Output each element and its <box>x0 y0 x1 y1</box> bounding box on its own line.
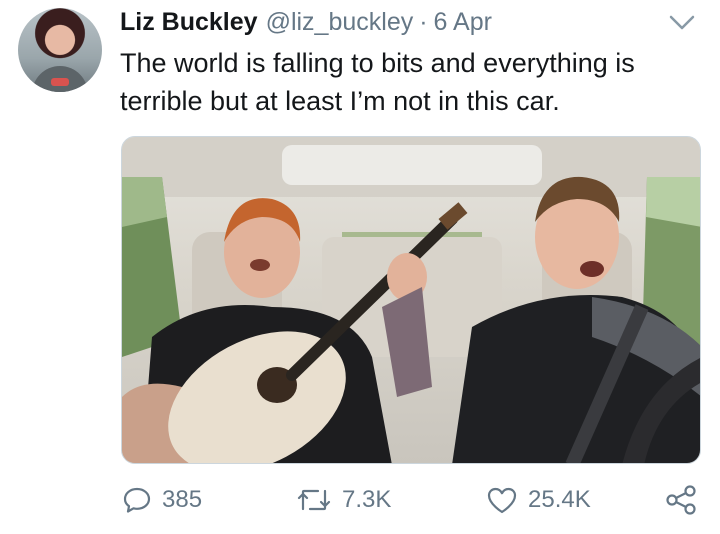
tweet-date[interactable]: 6 Apr <box>434 8 492 37</box>
comment-icon <box>122 485 152 515</box>
share-icon <box>664 484 698 516</box>
retweet-button[interactable]: 7.3K <box>296 480 391 520</box>
avatar-badge <box>51 78 69 86</box>
tweet-actions: 385 7.3K 25.4K <box>120 480 710 520</box>
tweet: Liz Buckley @liz_buckley · 6 Apr The wor… <box>0 0 720 534</box>
tweet-media-image[interactable] <box>121 136 701 464</box>
avatar[interactable] <box>18 8 102 92</box>
author-name[interactable]: Liz Buckley <box>120 8 258 37</box>
reply-button[interactable]: 385 <box>122 480 202 520</box>
heart-icon <box>486 485 518 515</box>
chevron-down-icon[interactable] <box>666 10 698 34</box>
like-button[interactable]: 25.4K <box>486 480 591 520</box>
separator-dot: · <box>419 8 428 36</box>
author-handle[interactable]: @liz_buckley <box>266 8 414 37</box>
tweet-text: The world is falling to bits and everyth… <box>120 48 635 116</box>
share-button[interactable] <box>664 480 698 520</box>
like-count: 25.4K <box>528 486 591 513</box>
retweet-count: 7.3K <box>342 486 392 513</box>
tweet-header: Liz Buckley @liz_buckley · 6 Apr <box>120 8 492 38</box>
reply-count: 385 <box>162 486 203 513</box>
retweet-icon <box>296 485 332 515</box>
